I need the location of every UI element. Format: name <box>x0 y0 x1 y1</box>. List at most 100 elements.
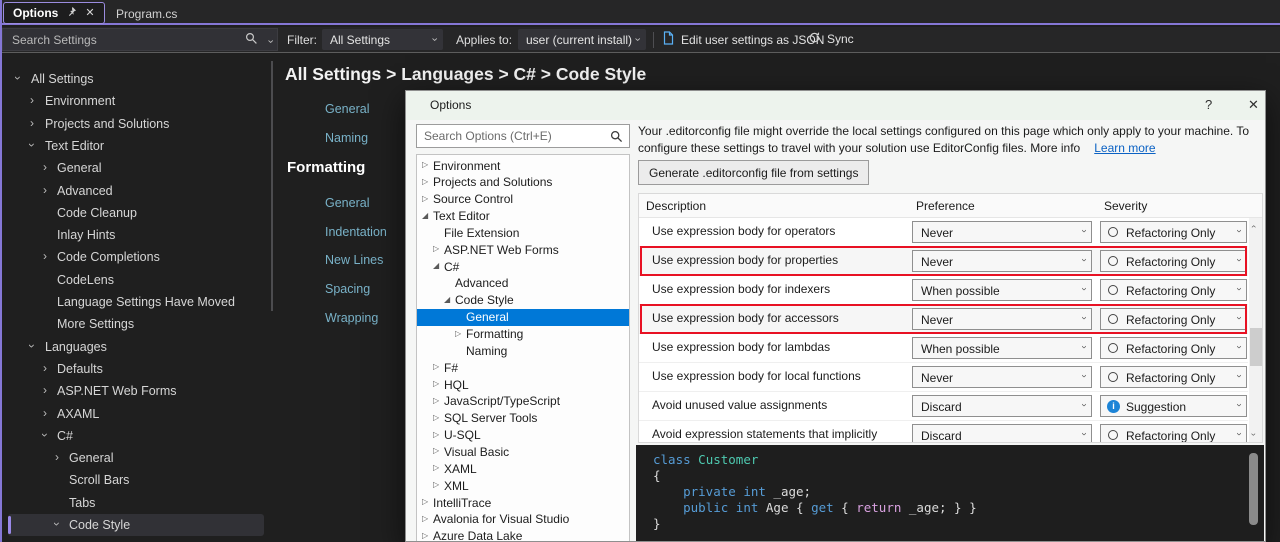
sync-button[interactable]: Sync <box>808 31 854 47</box>
pin-icon[interactable] <box>66 4 77 22</box>
options-tree-item-source-control[interactable]: ▷Source Control <box>417 191 629 208</box>
sidebar-item-languages[interactable]: ›Languages <box>0 336 272 358</box>
applies-to-dropdown[interactable]: user (current install) › <box>518 29 646 50</box>
preference-dropdown[interactable]: Discard› <box>912 424 1092 443</box>
options-tree-item-c[interactable]: ◢C# <box>417 258 629 275</box>
sidebar-item-language-settings-have-moved[interactable]: Language Settings Have Moved <box>0 291 272 313</box>
nav-link-spacing-6[interactable]: Spacing <box>325 282 370 296</box>
sidebar-item-tabs[interactable]: Tabs <box>0 492 272 514</box>
options-tree-item-advanced[interactable]: Advanced <box>417 275 629 292</box>
severity-dropdown[interactable]: Refactoring Only› <box>1100 366 1247 388</box>
sidebar-item-code-completions[interactable]: ›Code Completions <box>0 246 272 268</box>
tree-collapsed-icon[interactable]: ▷ <box>422 194 428 204</box>
sidebar-item-general[interactable]: ›General <box>0 447 272 469</box>
severity-dropdown[interactable]: Refactoring Only› <box>1100 279 1247 301</box>
scrollbar-thumb[interactable] <box>1250 328 1262 366</box>
options-tree-item-environment[interactable]: ▷Environment <box>417 157 629 174</box>
learn-more-link[interactable]: Learn more <box>1094 141 1155 155</box>
tree-collapsed-icon[interactable]: ▷ <box>433 413 439 423</box>
sidebar-item-axaml[interactable]: ›AXAML <box>0 403 272 425</box>
nav-link-general-0[interactable]: General <box>325 102 369 116</box>
options-tree-item-xml[interactable]: ▷XML <box>417 477 629 494</box>
sidebar-item-code-style[interactable]: ›Code Style <box>0 514 272 536</box>
tree-expanded-icon[interactable]: ◢ <box>422 211 428 221</box>
options-tree-item-code-style[interactable]: ◢Code Style <box>417 292 629 309</box>
tree-collapsed-icon[interactable]: ▷ <box>422 514 428 524</box>
tree-collapsed-icon[interactable]: ▷ <box>433 430 439 440</box>
tree-collapsed-icon[interactable]: ▷ <box>433 446 439 456</box>
search-settings-input[interactable] <box>3 29 235 50</box>
options-tree-item-naming[interactable]: Naming <box>417 342 629 359</box>
sidebar-item-scroll-bars[interactable]: Scroll Bars <box>0 469 272 491</box>
options-tree-item-u-sql[interactable]: ▷U-SQL <box>417 427 629 444</box>
close-icon[interactable]: ✕ <box>1248 97 1259 113</box>
options-tree-item-sql-server-tools[interactable]: ▷SQL Server Tools <box>417 410 629 427</box>
options-tree-item-general[interactable]: General <box>417 309 629 326</box>
filter-dropdown[interactable]: All Settings › <box>322 29 443 50</box>
nav-link-naming-1[interactable]: Naming <box>325 131 368 145</box>
sidebar-item-advanced[interactable]: ›Advanced <box>0 180 272 202</box>
nav-link-indentation-4[interactable]: Indentation <box>325 225 387 239</box>
tab-options[interactable]: Options ✕ <box>3 2 105 24</box>
nav-link-new-lines-5[interactable]: New Lines <box>325 253 383 267</box>
edit-user-settings-json-button[interactable]: Edit user settings as JSON <box>662 31 824 48</box>
preference-dropdown[interactable]: When possible› <box>912 279 1092 301</box>
options-tree-item-asp-net-web-forms[interactable]: ▷ASP.NET Web Forms <box>417 241 629 258</box>
scroll-up-icon[interactable]: › <box>1249 225 1258 228</box>
sidebar-item-inlay-hints[interactable]: Inlay Hints <box>0 224 272 246</box>
nav-link-wrapping-7[interactable]: Wrapping <box>325 311 378 325</box>
severity-dropdown[interactable]: Refactoring Only› <box>1100 221 1247 243</box>
tab-program-cs[interactable]: Program.cs <box>104 3 189 24</box>
sidebar-item-code-cleanup[interactable]: Code Cleanup <box>0 202 272 224</box>
options-dialog-titlebar[interactable]: Options ? ✕ <box>406 91 1265 120</box>
search-icon[interactable] <box>245 32 258 50</box>
tree-expanded-icon[interactable]: ◢ <box>433 261 439 271</box>
sidebar-item-more-settings[interactable]: More Settings <box>0 313 272 335</box>
search-settings-box[interactable]: › <box>2 28 278 51</box>
options-tree-item-azure-data-lake[interactable]: ▷Azure Data Lake <box>417 528 629 542</box>
preference-dropdown[interactable]: Never› <box>912 366 1092 388</box>
tree-collapsed-icon[interactable]: ▷ <box>433 244 439 254</box>
tree-expanded-icon[interactable]: ◢ <box>444 295 450 305</box>
tree-collapsed-icon[interactable]: ▷ <box>422 531 428 541</box>
options-tree-item-intellitrace[interactable]: ▷IntelliTrace <box>417 494 629 511</box>
sidebar-item-defaults[interactable]: ›Defaults <box>0 358 272 380</box>
options-tree-item-formatting[interactable]: ▷Formatting <box>417 326 629 343</box>
sidebar-item-all-settings[interactable]: ›All Settings <box>0 68 272 90</box>
tree-collapsed-icon[interactable]: ▷ <box>422 497 428 507</box>
severity-dropdown[interactable]: iSuggestion› <box>1100 395 1247 417</box>
tree-collapsed-icon[interactable]: ▷ <box>433 362 439 372</box>
code-preview-scrollbar[interactable] <box>1249 453 1258 525</box>
options-tree-item-xaml[interactable]: ▷XAML <box>417 460 629 477</box>
chevron-down-icon[interactable]: › <box>265 39 276 43</box>
tree-collapsed-icon[interactable]: ▷ <box>433 480 439 490</box>
sidebar-item-asp-net-web-forms[interactable]: ›ASP.NET Web Forms <box>0 380 272 402</box>
options-tree-item-visual-basic[interactable]: ▷Visual Basic <box>417 443 629 460</box>
sidebar-scrollbar[interactable] <box>271 61 273 311</box>
sidebar-item-general[interactable]: ›General <box>0 157 272 179</box>
search-options-box[interactable] <box>416 124 630 148</box>
preference-dropdown[interactable]: Never› <box>912 250 1092 272</box>
severity-dropdown[interactable]: Refactoring Only› <box>1100 250 1247 272</box>
tree-collapsed-icon[interactable]: ▷ <box>455 329 461 339</box>
preference-dropdown[interactable]: Never› <box>912 221 1092 243</box>
options-tree-item-f[interactable]: ▷F# <box>417 359 629 376</box>
preference-dropdown[interactable]: Never› <box>912 308 1092 330</box>
severity-dropdown[interactable]: Refactoring Only› <box>1100 308 1247 330</box>
options-tree-item-projects-and-solutions[interactable]: ▷Projects and Solutions <box>417 174 629 191</box>
severity-dropdown[interactable]: Refactoring Only› <box>1100 424 1247 443</box>
generate-editorconfig-button[interactable]: Generate .editorconfig file from setting… <box>638 160 869 185</box>
sidebar-item-text-editor[interactable]: ›Text Editor <box>0 135 272 157</box>
scroll-down-icon[interactable]: › <box>1249 433 1258 436</box>
tree-collapsed-icon[interactable]: ▷ <box>433 396 439 406</box>
search-options-input[interactable] <box>417 125 607 147</box>
preference-dropdown[interactable]: When possible› <box>912 337 1092 359</box>
sidebar-item-codelens[interactable]: CodeLens <box>0 269 272 291</box>
help-icon[interactable]: ? <box>1205 97 1212 112</box>
options-tree-item-file-extension[interactable]: File Extension <box>417 224 629 241</box>
options-tree-item-javascript-typescript[interactable]: ▷JavaScript/TypeScript <box>417 393 629 410</box>
close-icon[interactable]: ✕ <box>85 8 94 19</box>
sidebar-item-c[interactable]: ›C# <box>0 425 272 447</box>
tree-collapsed-icon[interactable]: ▷ <box>433 463 439 473</box>
tree-collapsed-icon[interactable]: ▷ <box>422 160 428 170</box>
